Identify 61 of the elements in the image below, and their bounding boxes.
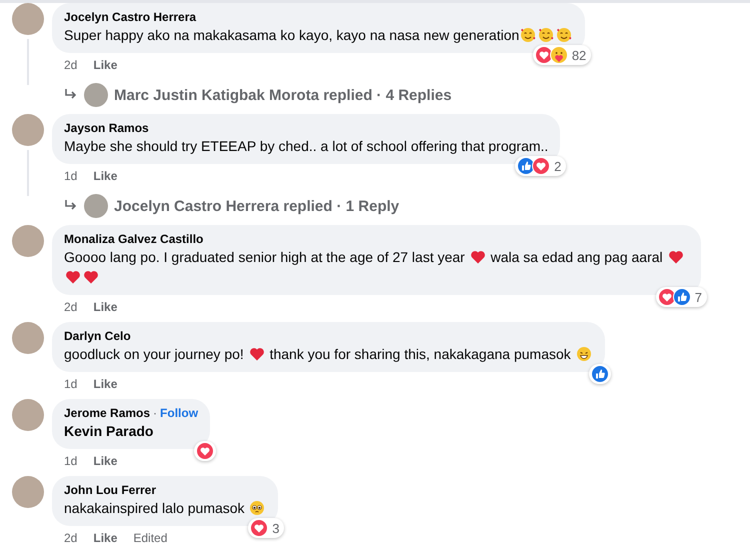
follow-link[interactable]: Follow bbox=[160, 406, 198, 420]
avatar[interactable] bbox=[12, 322, 44, 354]
author-name[interactable]: John Lou Ferrer bbox=[64, 483, 156, 497]
edited-label: Edited bbox=[133, 530, 168, 546]
comment-text: thank you for sharing this, nakakagana pumasok bbox=[268, 346, 572, 362]
timestamp[interactable]: 2d bbox=[64, 299, 78, 315]
avatar[interactable] bbox=[12, 225, 44, 257]
heart-icon bbox=[83, 269, 99, 285]
timestamp[interactable]: 1d bbox=[64, 453, 78, 469]
comment-text: Maybe she should try ETEEAP by ched.. a lot of school offering that program.. bbox=[64, 138, 548, 154]
care-reaction-icon bbox=[550, 46, 568, 64]
heart-icon bbox=[668, 249, 684, 265]
like-link[interactable]: Like bbox=[93, 453, 118, 469]
like-link[interactable]: Like bbox=[93, 530, 118, 546]
avatar[interactable] bbox=[84, 194, 108, 218]
grinning-face-icon bbox=[576, 346, 592, 362]
reaction-badge[interactable] bbox=[588, 364, 611, 384]
mention-link[interactable]: Kevin Parado bbox=[64, 423, 154, 439]
avatar[interactable] bbox=[12, 114, 44, 146]
comment-text: Super happy ako na makakasama ko kayo, kayo na nasa new generation bbox=[64, 27, 520, 43]
reaction-badge[interactable] bbox=[194, 441, 216, 461]
reaction-badge[interactable]: 82 bbox=[532, 45, 592, 65]
heart-icon bbox=[248, 346, 265, 362]
avatar[interactable] bbox=[12, 476, 44, 508]
like-reaction-icon bbox=[590, 365, 609, 383]
timestamp[interactable]: 2d bbox=[64, 530, 78, 546]
like-link[interactable]: Like bbox=[93, 168, 118, 184]
like-link[interactable]: Like bbox=[93, 376, 118, 392]
separator-dot: · bbox=[153, 406, 158, 420]
smiling-face-with-hearts-icon bbox=[556, 27, 572, 43]
love-reaction-icon bbox=[196, 442, 214, 460]
heart-icon bbox=[470, 249, 486, 265]
love-reaction-icon bbox=[532, 157, 550, 175]
comment-text: wala sa edad ang pag aaral bbox=[490, 249, 664, 265]
author-name[interactable]: Jocelyn Castro Herrera bbox=[64, 10, 196, 24]
comment-text: nakakainspired lalo pumasok bbox=[64, 500, 246, 516]
avatar[interactable] bbox=[12, 3, 44, 35]
replies-link[interactable]: Marc Justin Katigbak Morota replied · 4 Replies bbox=[114, 86, 452, 104]
comment-text: Goooo lang po. I graduated senior high at the age of 27 last year bbox=[64, 249, 466, 265]
replies-link[interactable]: Jocelyn Castro Herrera replied · 1 Reply bbox=[114, 198, 400, 214]
avatar[interactable] bbox=[12, 399, 44, 431]
like-link[interactable]: Like bbox=[93, 57, 118, 73]
reaction-badge[interactable]: 7 bbox=[656, 287, 707, 307]
author-name[interactable]: Jayson Ramos bbox=[64, 121, 149, 135]
like-link[interactable]: Like bbox=[93, 299, 118, 315]
like-reaction-icon bbox=[672, 288, 691, 306]
author-name[interactable]: Monaliza Galvez Castillo bbox=[64, 232, 204, 246]
love-reaction-icon bbox=[250, 519, 268, 537]
author-name[interactable]: Jerome Ramos bbox=[64, 406, 150, 420]
timestamp[interactable]: 1d bbox=[64, 376, 78, 392]
timestamp[interactable]: 1d bbox=[64, 168, 78, 184]
pleading-face-icon bbox=[249, 500, 266, 516]
timestamp[interactable]: 2d bbox=[64, 57, 78, 73]
smiling-face-with-hearts-icon bbox=[538, 27, 554, 43]
heart-icon bbox=[65, 269, 81, 285]
reaction-badge[interactable]: 3 bbox=[248, 518, 284, 538]
smiling-face-with-hearts-icon bbox=[520, 27, 536, 43]
reaction-badge[interactable]: 2 bbox=[515, 156, 566, 176]
author-name[interactable]: Darlyn Celo bbox=[64, 329, 131, 343]
avatar[interactable] bbox=[84, 83, 108, 107]
comment-text: goodluck on your journey po! bbox=[64, 346, 245, 362]
